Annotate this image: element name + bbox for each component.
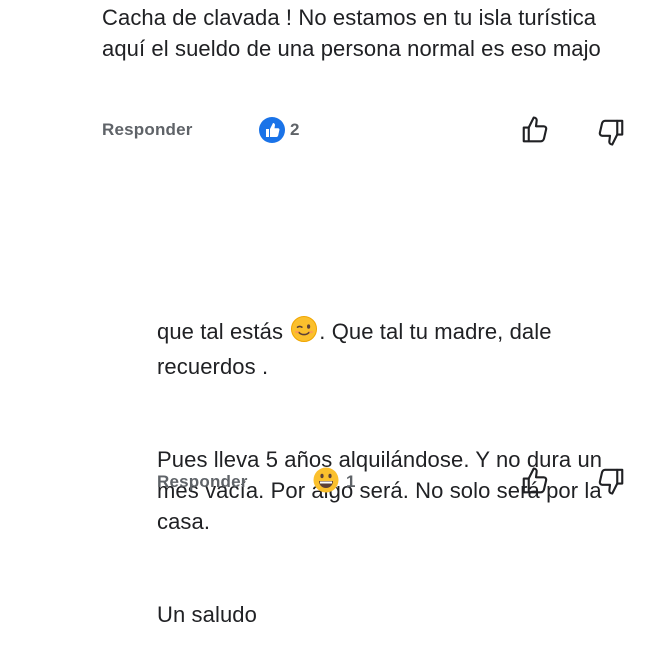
reaction-count: 1 bbox=[346, 472, 356, 491]
thumbs-down-icon[interactable] bbox=[596, 466, 626, 501]
blue-thumbs-up-icon bbox=[258, 116, 286, 149]
reply-button[interactable]: Responder bbox=[102, 120, 193, 140]
reaction-count: 2 bbox=[290, 120, 300, 139]
comment-line-3: Un saludo bbox=[157, 602, 257, 627]
thumbs-up-icon[interactable] bbox=[520, 115, 550, 150]
reply-comment-text: que tal estás . Que tal tu madre, dale r… bbox=[157, 253, 627, 661]
grinning-face-icon bbox=[312, 466, 340, 499]
thumbs-up-icon[interactable] bbox=[520, 466, 550, 501]
comment-line-1: que tal estás . Que tal tu madre, dale r… bbox=[157, 315, 627, 382]
winking-face-icon bbox=[290, 315, 318, 351]
thumbs-down-icon[interactable] bbox=[596, 117, 626, 152]
comment-text: Cacha de clavada ! No estamos en tu isla… bbox=[102, 5, 603, 61]
reply-button[interactable]: Responder bbox=[157, 472, 248, 492]
